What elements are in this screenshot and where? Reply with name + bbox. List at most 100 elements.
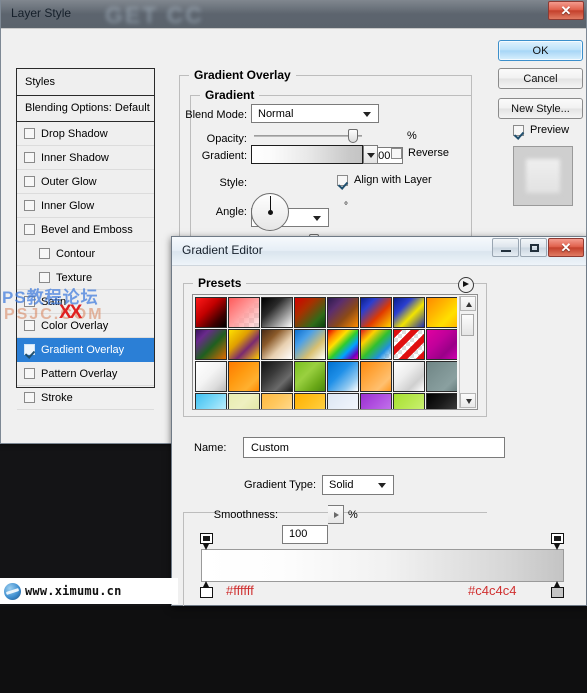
style-checkbox[interactable]: [39, 248, 50, 259]
scroll-up-icon[interactable]: [460, 296, 476, 311]
preset-swatch[interactable]: [294, 329, 326, 360]
preset-swatch[interactable]: [327, 297, 359, 328]
preset-swatch[interactable]: [195, 297, 227, 328]
opacity-stop-left[interactable]: [200, 533, 213, 550]
sidebar-item-bevel-and-emboss[interactable]: Bevel and Emboss: [17, 218, 154, 242]
preset-swatch[interactable]: [426, 393, 457, 409]
style-checkbox[interactable]: [24, 344, 35, 355]
preset-swatch[interactable]: [393, 297, 425, 328]
color-stop-right[interactable]: [551, 581, 564, 598]
sidebar-item-satin[interactable]: Satin: [17, 290, 154, 314]
styles-panel-header[interactable]: Styles: [17, 69, 154, 96]
preset-swatch[interactable]: [261, 393, 293, 409]
sidebar-item-pattern-overlay[interactable]: Pattern Overlay: [17, 362, 154, 386]
preset-swatch[interactable]: [327, 361, 359, 392]
preset-swatch[interactable]: [360, 361, 392, 392]
align-with-layer-checkbox[interactable]: Align with Layer: [337, 174, 432, 186]
sidebar-item-inner-shadow[interactable]: Inner Shadow: [17, 146, 154, 170]
style-checkbox[interactable]: [39, 272, 50, 283]
opacity-slider[interactable]: [254, 129, 362, 143]
preset-swatch[interactable]: [261, 297, 293, 328]
preset-swatch[interactable]: [195, 329, 227, 360]
style-checkbox[interactable]: [24, 392, 35, 403]
presets-menu-icon[interactable]: [458, 277, 474, 293]
presets-group: Presets: [183, 276, 487, 417]
opacity-stop-right[interactable]: [551, 533, 564, 550]
smoothness-input[interactable]: 100: [282, 525, 328, 544]
sidebar-item-inner-glow[interactable]: Inner Glow: [17, 194, 154, 218]
preview-checkbox[interactable]: Preview: [513, 124, 569, 136]
close-icon[interactable]: ✕: [548, 1, 584, 20]
name-input[interactable]: Custom: [243, 437, 505, 458]
gradient-preview-swatch[interactable]: [251, 145, 363, 164]
gradient-picker-button[interactable]: [363, 145, 378, 164]
style-checkbox[interactable]: [24, 200, 35, 211]
sidebar-item-outer-glow[interactable]: Outer Glow: [17, 170, 154, 194]
close-icon[interactable]: ✕: [548, 238, 584, 257]
style-checkbox[interactable]: [24, 128, 35, 139]
preset-swatch[interactable]: [393, 361, 425, 392]
preset-swatch[interactable]: [360, 297, 392, 328]
gradient-editor-titlebar[interactable]: Gradient Editor ✕: [172, 237, 586, 265]
angle-dial[interactable]: [251, 193, 289, 231]
preset-swatch[interactable]: [294, 297, 326, 328]
sidebar-item-stroke[interactable]: Stroke: [17, 386, 154, 410]
sidebar-item-texture[interactable]: Texture: [17, 266, 154, 290]
sidebar-item-drop-shadow[interactable]: Drop Shadow: [17, 122, 154, 146]
color-stop-left[interactable]: [200, 581, 213, 598]
opacity-slider-thumb[interactable]: [348, 129, 358, 143]
ok-button[interactable]: OK: [498, 40, 583, 61]
sidebar-item-color-overlay[interactable]: Color Overlay: [17, 314, 154, 338]
preset-swatch[interactable]: [261, 361, 293, 392]
preset-swatch[interactable]: [426, 297, 457, 328]
scrollbar-thumb[interactable]: [461, 314, 474, 336]
gradient-bar[interactable]: [201, 549, 564, 582]
preset-swatch[interactable]: [195, 393, 227, 409]
preset-swatch[interactable]: [228, 329, 260, 360]
circle-logo-icon: [4, 582, 21, 600]
smoothness-spinner[interactable]: [328, 505, 344, 524]
sidebar-item-label: Inner Shadow: [41, 151, 109, 164]
reverse-checkbox[interactable]: Reverse: [391, 147, 449, 159]
sidebar-item-gradient-overlay[interactable]: Gradient Overlay: [17, 338, 154, 362]
preset-swatch[interactable]: [294, 361, 326, 392]
chevron-down-icon: [363, 112, 371, 117]
preset-swatch[interactable]: [393, 393, 425, 409]
preset-swatch[interactable]: [393, 329, 425, 360]
preset-swatch[interactable]: [426, 361, 457, 392]
minimize-icon[interactable]: [492, 238, 519, 257]
preset-swatch[interactable]: [195, 361, 227, 392]
preset-swatch[interactable]: [426, 329, 457, 360]
style-checkbox[interactable]: [24, 368, 35, 379]
layer-style-titlebar[interactable]: Layer Style ✕: [1, 0, 586, 28]
style-checkbox[interactable]: [24, 296, 35, 307]
sidebar-item-contour[interactable]: Contour: [17, 242, 154, 266]
presets-scrollbar[interactable]: [459, 296, 476, 408]
sidebar-item-blending-options[interactable]: Blending Options: Default: [17, 96, 154, 122]
scroll-down-icon[interactable]: [460, 393, 476, 408]
sidebar-item-label: Drop Shadow: [41, 127, 108, 140]
cancel-button[interactable]: Cancel: [498, 68, 583, 89]
angle-unit: °: [344, 201, 348, 212]
preset-swatch[interactable]: [294, 393, 326, 409]
preset-swatch[interactable]: [327, 329, 359, 360]
sidebar-item-label: Inner Glow: [41, 199, 95, 212]
maximize-icon[interactable]: [520, 238, 547, 257]
preset-swatch[interactable]: [360, 329, 392, 360]
blend-mode-select[interactable]: Normal: [251, 104, 379, 123]
preset-swatch[interactable]: [360, 393, 392, 409]
style-checkbox[interactable]: [24, 224, 35, 235]
preset-swatch[interactable]: [228, 297, 260, 328]
style-checkbox[interactable]: [24, 176, 35, 187]
style-checkbox[interactable]: [24, 320, 35, 331]
new-style-button[interactable]: New Style...: [498, 98, 583, 119]
gradient-type-select[interactable]: Solid: [322, 475, 394, 495]
preset-swatch[interactable]: [228, 361, 260, 392]
smoothness-label: Smoothness:: [213, 509, 278, 521]
smoothness-unit: %: [348, 509, 358, 521]
preset-swatch[interactable]: [228, 393, 260, 409]
preset-swatch[interactable]: [261, 329, 293, 360]
style-checkbox[interactable]: [24, 152, 35, 163]
preset-swatch[interactable]: [327, 393, 359, 409]
gradient-type-label: Gradient Type:: [244, 479, 316, 491]
